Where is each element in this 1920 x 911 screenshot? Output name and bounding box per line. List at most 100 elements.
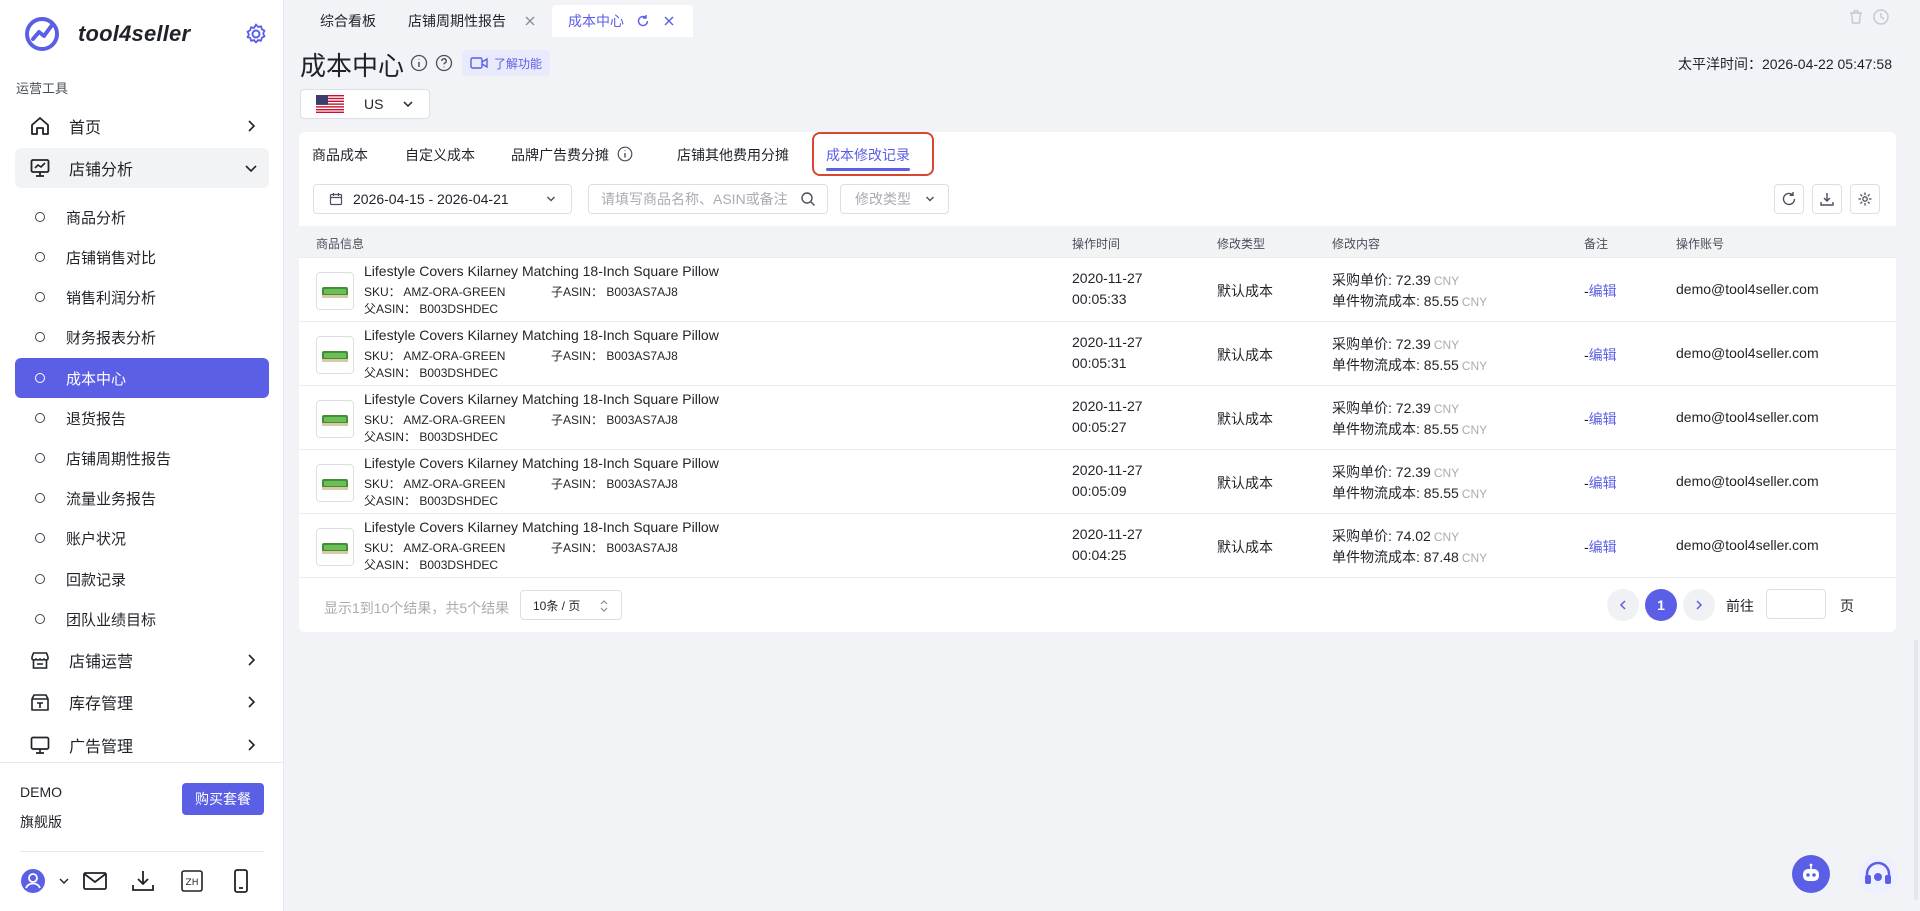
help-icon[interactable] — [435, 54, 453, 72]
timezone-value: 2026-04-22 05:47:58 — [1762, 56, 1892, 72]
product-title[interactable]: Lifestyle Covers Kilarney Matching 18-In… — [364, 519, 719, 535]
sidebar-subitem-finance-report[interactable]: 财务报表分析 — [15, 317, 269, 357]
tab-cost-center[interactable]: 成本中心 — [552, 5, 693, 37]
tab-periodic-report[interactable]: 店铺周期性报告 — [408, 5, 536, 37]
currency: CNY — [1433, 466, 1460, 480]
next-page-button[interactable] — [1683, 589, 1715, 621]
search-icon[interactable] — [800, 191, 816, 207]
chevron-down-icon — [926, 196, 934, 202]
scrollbar[interactable] — [1912, 640, 1920, 900]
edit-note-link[interactable]: 编辑 — [1589, 539, 1617, 555]
tab-dashboard[interactable]: 综合看板 — [320, 5, 376, 37]
country-select[interactable]: US — [300, 89, 430, 119]
currency: CNY — [1461, 487, 1488, 501]
mobile-icon[interactable] — [228, 868, 254, 894]
customer-support-icon[interactable] — [1856, 853, 1900, 897]
product-thumbnail[interactable] — [316, 400, 354, 438]
logistics-value: 85.55 — [1423, 485, 1459, 501]
parent-asin-label: 父ASIN： — [364, 558, 417, 572]
table-row: Lifestyle Covers Kilarney Matching 18-In… — [299, 514, 1896, 578]
subtab-custom-cost[interactable]: 自定义成本 — [405, 145, 475, 165]
sidebar-item-ads[interactable]: 广告管理 — [15, 725, 269, 765]
close-icon[interactable] — [663, 15, 675, 27]
table-header: 商品信息 操作时间 修改类型 修改内容 备注 操作账号 — [299, 226, 1896, 258]
column-settings-button[interactable] — [1850, 184, 1880, 214]
user-avatar-icon[interactable] — [20, 868, 46, 894]
sidebar-item-store-analysis[interactable]: 店铺分析 — [15, 148, 269, 188]
sidebar-subitem-account-status[interactable]: 账户状况 — [15, 518, 269, 558]
product-title[interactable]: Lifestyle Covers Kilarney Matching 18-In… — [364, 391, 719, 407]
subtab-brand-ad-cost[interactable]: 品牌广告费分摊 — [511, 145, 609, 165]
highlight-annotation — [812, 132, 934, 176]
sidebar-item-inventory[interactable]: 库存管理 — [15, 682, 269, 722]
sidebar-item-home[interactable]: 首页 — [15, 106, 269, 146]
mail-icon[interactable] — [82, 868, 108, 894]
info-icon[interactable] — [410, 54, 428, 72]
sidebar-subitem-returns-report[interactable]: 退货报告 — [15, 398, 269, 438]
sku-value: AMZ-ORA-GREEN — [403, 477, 506, 491]
app-name: tool4seller — [78, 21, 191, 46]
goto-page-input[interactable] — [1766, 589, 1826, 619]
note-cell: -编辑 — [1584, 473, 1617, 493]
product-thumbnail[interactable] — [316, 464, 354, 502]
sidebar-subitem-sales-compare[interactable]: 店铺销售对比 — [15, 237, 269, 277]
currency: CNY — [1433, 530, 1460, 544]
page-size-select[interactable]: 10条 / 页 — [520, 590, 622, 620]
subtab-product-cost[interactable]: 商品成本 — [312, 145, 368, 165]
sidebar-item-label: 广告管理 — [69, 739, 134, 756]
account-name: DEMO — [20, 784, 62, 800]
sidebar-subitem-payments[interactable]: 回款记录 — [15, 559, 269, 599]
trash-icon[interactable] — [1847, 8, 1865, 26]
sidebar-item-label: 库存管理 — [69, 696, 134, 713]
chevron-down-icon[interactable] — [58, 868, 70, 894]
country-value: US — [364, 96, 384, 112]
subtab-store-other-cost[interactable]: 店铺其他费用分摊 — [677, 145, 789, 165]
logistics-cost-line: 单件物流成本: 85.55 CNY — [1332, 419, 1487, 439]
page-title: 成本中心 — [300, 51, 405, 81]
product-title[interactable]: Lifestyle Covers Kilarney Matching 18-In… — [364, 455, 719, 471]
product-thumbnail[interactable] — [316, 272, 354, 310]
sidebar-subitem-label: 财务报表分析 — [66, 329, 157, 347]
page-size-value: 10条 / 页 — [533, 598, 581, 613]
change-type-select[interactable]: 修改类型 — [840, 184, 949, 214]
sidebar-subitem-profit-analysis[interactable]: 销售利润分析 — [15, 277, 269, 317]
sidebar-subitem-product-analysis[interactable]: 商品分析 — [15, 197, 269, 237]
tab-label: 成本中心 — [568, 13, 624, 29]
edit-note-link[interactable]: 编辑 — [1589, 475, 1617, 491]
product-thumbnail[interactable] — [316, 528, 354, 566]
sidebar-subitem-periodic-report[interactable]: 店铺周期性报告 — [15, 438, 269, 478]
sidebar-subitem-label: 回款记录 — [66, 571, 127, 589]
info-icon[interactable] — [617, 146, 633, 162]
edit-note-link[interactable]: 编辑 — [1589, 283, 1617, 299]
learn-feature-button[interactable]: 了解功能 — [462, 50, 551, 76]
logistics-label: 单件物流成本: — [1332, 421, 1424, 437]
export-button[interactable] — [1812, 184, 1842, 214]
sidebar-subitem-traffic-report[interactable]: 流量业务报告 — [15, 478, 269, 518]
operator-account: demo@tool4seller.com — [1676, 281, 1819, 297]
product-thumbnail[interactable] — [316, 336, 354, 374]
sidebar-item-store-ops[interactable]: 店铺运营 — [15, 640, 269, 680]
zh-language-icon[interactable]: ZH — [179, 868, 205, 894]
history-clock-icon[interactable] — [1872, 8, 1890, 26]
refresh-icon[interactable] — [636, 14, 650, 28]
prev-page-button[interactable] — [1607, 589, 1639, 621]
gear-icon[interactable] — [244, 22, 268, 46]
chatbot-button[interactable] — [1792, 855, 1830, 893]
logo[interactable]: tool4seller — [24, 14, 274, 54]
column-header-account: 操作账号 — [1676, 237, 1725, 251]
page-number-current[interactable]: 1 — [1645, 589, 1677, 621]
sidebar-subitem-cost-center[interactable]: 成本中心 — [15, 358, 269, 398]
buy-plan-button[interactable]: 购买套餐 — [182, 783, 264, 815]
download-icon[interactable] — [130, 868, 156, 894]
date-range-picker[interactable]: 2026-04-15 - 2026-04-21 — [313, 184, 572, 214]
close-icon[interactable] — [524, 15, 536, 27]
change-type: 默认成本 — [1217, 283, 1273, 299]
sidebar-subitem-team-goals[interactable]: 团队业绩目标 — [15, 599, 269, 639]
edit-note-link[interactable]: 编辑 — [1589, 347, 1617, 363]
edit-note-link[interactable]: 编辑 — [1589, 411, 1617, 427]
search-input[interactable] — [588, 184, 828, 214]
product-title[interactable]: Lifestyle Covers Kilarney Matching 18-In… — [364, 327, 719, 343]
product-title[interactable]: Lifestyle Covers Kilarney Matching 18-In… — [364, 263, 719, 279]
purchase-label: 采购单价: — [1332, 528, 1396, 544]
refresh-button[interactable] — [1774, 184, 1804, 214]
